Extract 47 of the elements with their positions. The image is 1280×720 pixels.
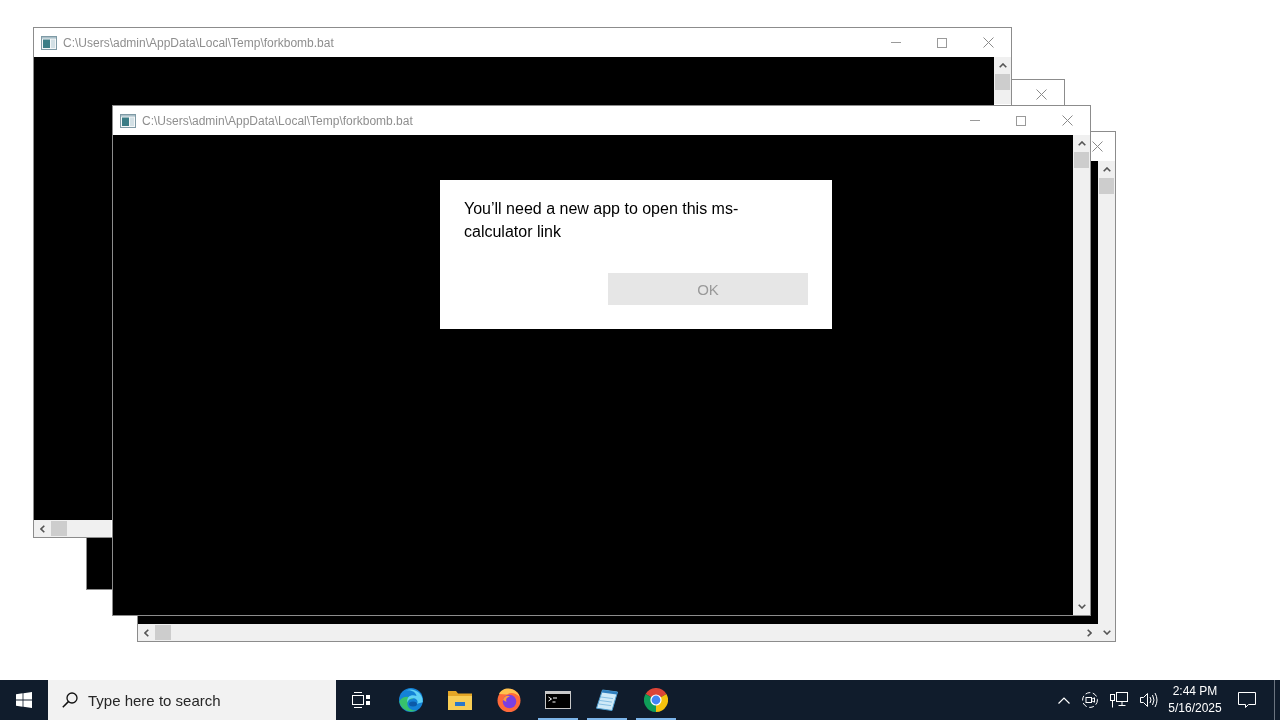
- dialog-message: You’ll need a new app to open this ms-calculator link: [464, 199, 740, 242]
- vertical-scrollbar[interactable]: [994, 57, 1011, 104]
- window-title: C:\Users\admin\AppData\Local\Temp\forkbomb.bat: [142, 113, 413, 128]
- search-input[interactable]: Type here to search: [88, 691, 288, 709]
- folder-icon: [447, 690, 472, 710]
- chevron-up-icon: [998, 63, 1007, 68]
- search-bar[interactable]: Type here to search: [48, 680, 336, 720]
- segmented-circle-icon: [643, 688, 668, 712]
- chevron-up-icon[interactable]: [1058, 696, 1070, 704]
- console-icon: [41, 35, 57, 50]
- chevron-down-icon: [1102, 630, 1111, 635]
- terminal-icon: [544, 691, 571, 709]
- maximize-icon: [1016, 115, 1026, 126]
- volume-icon[interactable]: [1140, 692, 1158, 708]
- scrollbar-thumb[interactable]: [995, 74, 1010, 90]
- close-icon: [1061, 115, 1073, 126]
- flame-globe-icon: [496, 688, 521, 712]
- vertical-scrollbar[interactable]: [1098, 161, 1115, 641]
- minimize-icon: [891, 42, 901, 43]
- chevron-up-icon: [1102, 167, 1111, 172]
- chevron-right-icon: [1087, 628, 1092, 637]
- console-icon: [120, 113, 136, 128]
- vertical-scrollbar[interactable]: [1073, 135, 1090, 615]
- scrollbar-thumb[interactable]: [1074, 152, 1089, 168]
- close-icon: [982, 37, 994, 48]
- swirl-icon: [398, 688, 423, 712]
- horizontal-scrollbar[interactable]: [138, 624, 1098, 641]
- window-title: C:\Users\admin\AppData\Local\Temp\forkbomb.bat: [63, 35, 334, 50]
- maximize-icon: [937, 37, 947, 48]
- search-icon: [62, 692, 78, 708]
- network-icon[interactable]: [1110, 692, 1128, 708]
- scrollbar-thumb[interactable]: [155, 625, 171, 640]
- chevron-down-icon: [1077, 604, 1086, 609]
- clock-button[interactable]: 2:44 PM 5/16/2025: [1164, 680, 1226, 720]
- chevron-left-icon: [144, 628, 149, 637]
- scrollbar-thumb[interactable]: [1099, 178, 1114, 194]
- notepad-icon: [595, 689, 618, 711]
- horizontal-scrollbar[interactable]: [34, 520, 111, 537]
- notification-icon: [1238, 692, 1256, 708]
- camera-icon[interactable]: [1082, 692, 1098, 708]
- close-icon: [1035, 89, 1047, 100]
- chevron-up-icon: [1077, 141, 1086, 146]
- task-view-icon: [352, 692, 370, 708]
- chevron-left-icon: [40, 524, 45, 533]
- minimize-icon: [970, 120, 980, 121]
- start-icon: [16, 692, 32, 708]
- scrollbar-thumb[interactable]: [51, 521, 67, 536]
